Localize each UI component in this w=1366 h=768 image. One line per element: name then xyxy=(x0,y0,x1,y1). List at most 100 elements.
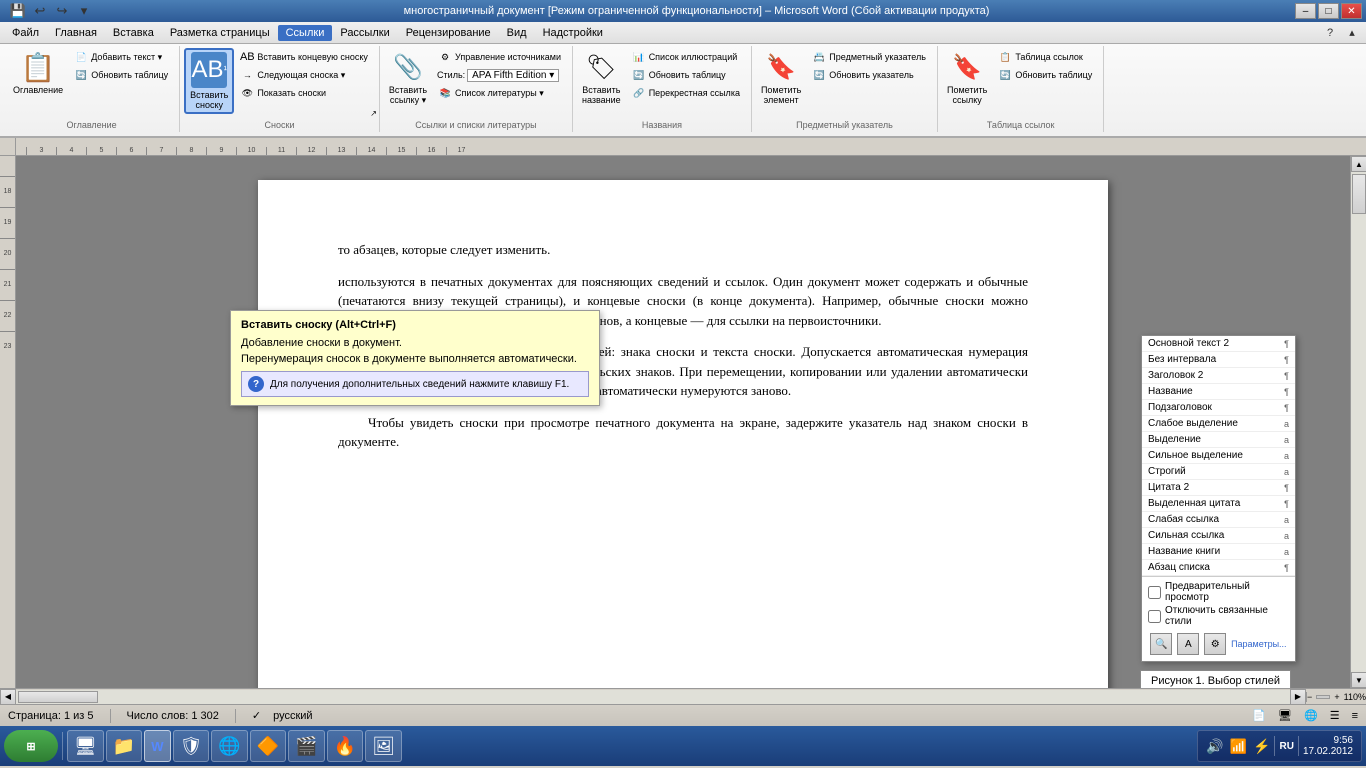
update-index-button[interactable]: 🔄 Обновить указатель xyxy=(806,66,931,84)
style-item-abzac-spiska[interactable]: Абзац списка ¶ xyxy=(1142,560,1295,576)
style-item-podzagolovok[interactable]: Подзаголовок ¶ xyxy=(1142,400,1295,416)
menu-view[interactable]: Вид xyxy=(499,25,535,41)
style-item-osnovnoj-tekst[interactable]: Основной текст 2 ¶ xyxy=(1142,336,1295,352)
parameters-link[interactable]: Параметры... xyxy=(1231,639,1286,649)
preview-checkbox-input[interactable] xyxy=(1148,586,1161,599)
redo-button[interactable]: ↪ xyxy=(52,1,72,21)
menu-file[interactable]: Файл xyxy=(4,25,47,41)
horizontal-scrollbar[interactable]: ◀ ▶ − + 110% xyxy=(0,688,1366,704)
footnotes-dialog-button[interactable]: ↗ xyxy=(370,109,377,118)
h-scroll-track[interactable] xyxy=(16,690,1290,704)
style-selector[interactable]: Стиль: APA Fifth Edition ▾ xyxy=(432,66,566,84)
disable-linked-checkbox[interactable]: Отключить связанные стили xyxy=(1148,605,1289,627)
manage-styles-button[interactable]: ⚙ xyxy=(1204,633,1226,655)
add-text-button[interactable]: 📄 Добавить текст ▾ xyxy=(68,48,173,66)
view-outline-icon[interactable]: ☰ xyxy=(1330,709,1340,722)
style-item-vydelenie[interactable]: Выделение a xyxy=(1142,432,1295,448)
insert-endnote-button[interactable]: AB Вставить концевую сноску xyxy=(234,48,373,66)
zoom-slider[interactable] xyxy=(1316,695,1330,699)
taskbar-shield-btn[interactable]: 🛡 xyxy=(173,730,210,762)
disable-linked-checkbox-input[interactable] xyxy=(1148,610,1161,623)
menu-layout[interactable]: Разметка страницы xyxy=(162,25,278,41)
menu-mailings[interactable]: Рассылки xyxy=(332,25,397,41)
insert-table-of-figures-button[interactable]: 📊 Список иллюстраций xyxy=(626,48,745,66)
scroll-down-button[interactable]: ▼ xyxy=(1351,672,1366,688)
manage-sources-button[interactable]: ⚙ Управление источниками xyxy=(432,48,566,66)
ruler-tick: 5 xyxy=(86,147,116,155)
style-item-zagolovok2[interactable]: Заголовок 2 ¶ xyxy=(1142,368,1295,384)
taskbar-explorer-btn[interactable]: 🖥 xyxy=(67,730,104,762)
style-item-citata2[interactable]: Цитата 2 ¶ xyxy=(1142,480,1295,496)
h-scroll-thumb[interactable] xyxy=(18,691,98,703)
insert-citation-button[interactable]: 📎 Вставитьссылку ▾ xyxy=(384,48,432,109)
taskbar-folder-btn[interactable]: 📁 xyxy=(106,730,142,762)
maximize-button[interactable]: □ xyxy=(1318,3,1339,19)
view-draft-icon[interactable]: ≡ xyxy=(1352,710,1358,722)
start-button[interactable]: ⊞ xyxy=(4,730,58,762)
window-controls[interactable]: – □ ✕ xyxy=(1295,3,1362,19)
qat-dropdown-button[interactable]: ▾ xyxy=(74,1,94,21)
new-style-button[interactable]: 🔍 xyxy=(1150,633,1172,655)
style-item-silnaya-ssylka[interactable]: Сильная ссылка a xyxy=(1142,528,1295,544)
next-footnote-button[interactable]: → Следующая сноска ▾ xyxy=(234,66,373,84)
style-item-strogij[interactable]: Строгий a xyxy=(1142,464,1295,480)
scroll-thumb[interactable] xyxy=(1352,174,1366,214)
insert-caption-button[interactable]: 🏷 Вставитьназвание xyxy=(577,48,626,108)
show-notes-button[interactable]: 👁 Показать сноски xyxy=(234,84,373,102)
document-scroll-area[interactable]: то абзацев, которые следует изменить. ис… xyxy=(16,156,1350,688)
view-full-icon[interactable]: 🖥 xyxy=(1278,709,1292,722)
update-citation-table-button[interactable]: 🔄 Обновить таблицу xyxy=(992,66,1097,84)
save-button[interactable]: 💾 xyxy=(8,1,28,21)
insert-footnote-button[interactable]: AB¹ Вставитьсноску xyxy=(184,48,234,114)
undo-button[interactable]: ↩ xyxy=(30,1,50,21)
menu-home[interactable]: Главная xyxy=(47,25,105,41)
insert-citation-table-button[interactable]: 📋 Таблица ссылок xyxy=(992,48,1097,66)
style-name: Сильная ссылка xyxy=(1148,530,1224,541)
style-item-silnoe-vydelenie[interactable]: Сильное выделение a xyxy=(1142,448,1295,464)
update-table-button[interactable]: 🔄 Обновить таблицу xyxy=(626,66,745,84)
bibliography-button[interactable]: 📚 Список литературы ▾ xyxy=(432,84,566,102)
mark-citation-button[interactable]: 🔖 Пометитьссылку xyxy=(942,48,992,108)
style-inspector-button[interactable]: A xyxy=(1177,633,1199,655)
style-item-slabaya-ssylka[interactable]: Слабая ссылка a xyxy=(1142,512,1295,528)
toc-button[interactable]: 📋 Оглавление xyxy=(8,48,68,98)
style-item-bez-intervala[interactable]: Без интервала ¶ xyxy=(1142,352,1295,368)
view-web-icon[interactable]: 🌐 xyxy=(1304,709,1318,722)
scroll-right-button[interactable]: ▶ xyxy=(1290,689,1306,705)
help-button[interactable]: ? xyxy=(1320,23,1340,43)
style-item-vydelennaya-citata[interactable]: Выделенная цитата ¶ xyxy=(1142,496,1295,512)
view-normal-icon[interactable]: 📄 xyxy=(1252,709,1266,722)
preview-checkbox[interactable]: Предварительный просмотр xyxy=(1148,581,1289,603)
taskbar-word-btn[interactable]: W xyxy=(144,730,170,762)
quick-access-toolbar[interactable]: 💾 ↩ ↪ ▾ xyxy=(4,1,98,21)
menu-review[interactable]: Рецензирование xyxy=(398,25,499,41)
style-value[interactable]: APA Fifth Edition ▾ xyxy=(467,69,559,82)
update-toc-button[interactable]: 🔄 Обновить таблицу xyxy=(68,66,173,84)
scroll-track[interactable] xyxy=(1351,172,1366,672)
taskbar-orange-btn[interactable]: 🔶 xyxy=(250,730,286,762)
taskbar-photoshop-btn[interactable]: 🖼 xyxy=(365,730,402,762)
menu-insert[interactable]: Вставка xyxy=(105,25,162,41)
menu-references[interactable]: Ссылки xyxy=(278,25,333,41)
style-item-nazvanie[interactable]: Название ¶ xyxy=(1142,384,1295,400)
close-button[interactable]: ✕ xyxy=(1341,3,1362,19)
zoom-plus[interactable]: + xyxy=(1334,692,1339,702)
style-panel-actions: 🔍 A ⚙ Параметры... xyxy=(1148,629,1289,657)
style-item-nazvanie-knigi[interactable]: Название книги a xyxy=(1142,544,1295,560)
taskbar-flash-btn[interactable]: 🔥 xyxy=(327,730,363,762)
scroll-up-button[interactable]: ▲ xyxy=(1351,156,1366,172)
taskbar-browser-btn[interactable]: 🌐 xyxy=(211,730,247,762)
vertical-scrollbar[interactable]: ▲ ▼ xyxy=(1350,156,1366,688)
document-page[interactable]: то абзацев, которые следует изменить. ис… xyxy=(258,180,1108,688)
taskbar-video-btn[interactable]: 🎬 xyxy=(288,730,324,762)
mark-entry-button[interactable]: 🔖 Пометитьэлемент xyxy=(756,48,806,108)
minimize-button[interactable]: – xyxy=(1295,3,1316,19)
scroll-left-button[interactable]: ◀ xyxy=(0,689,16,705)
style-item-slaboe-vydelenie[interactable]: Слабое выделение a xyxy=(1142,416,1295,432)
ribbon-collapse-button[interactable]: ▴ xyxy=(1342,23,1362,43)
menu-addins[interactable]: Надстройки xyxy=(535,25,611,41)
zoom-minus[interactable]: − xyxy=(1307,692,1312,702)
style-panel[interactable]: Основной текст 2 ¶ Без интервала ¶ Загол… xyxy=(1141,335,1296,662)
insert-index-button[interactable]: 📇 Предметный указатель xyxy=(806,48,931,66)
cross-reference-button[interactable]: 🔗 Перекрестная ссылка xyxy=(626,84,745,102)
